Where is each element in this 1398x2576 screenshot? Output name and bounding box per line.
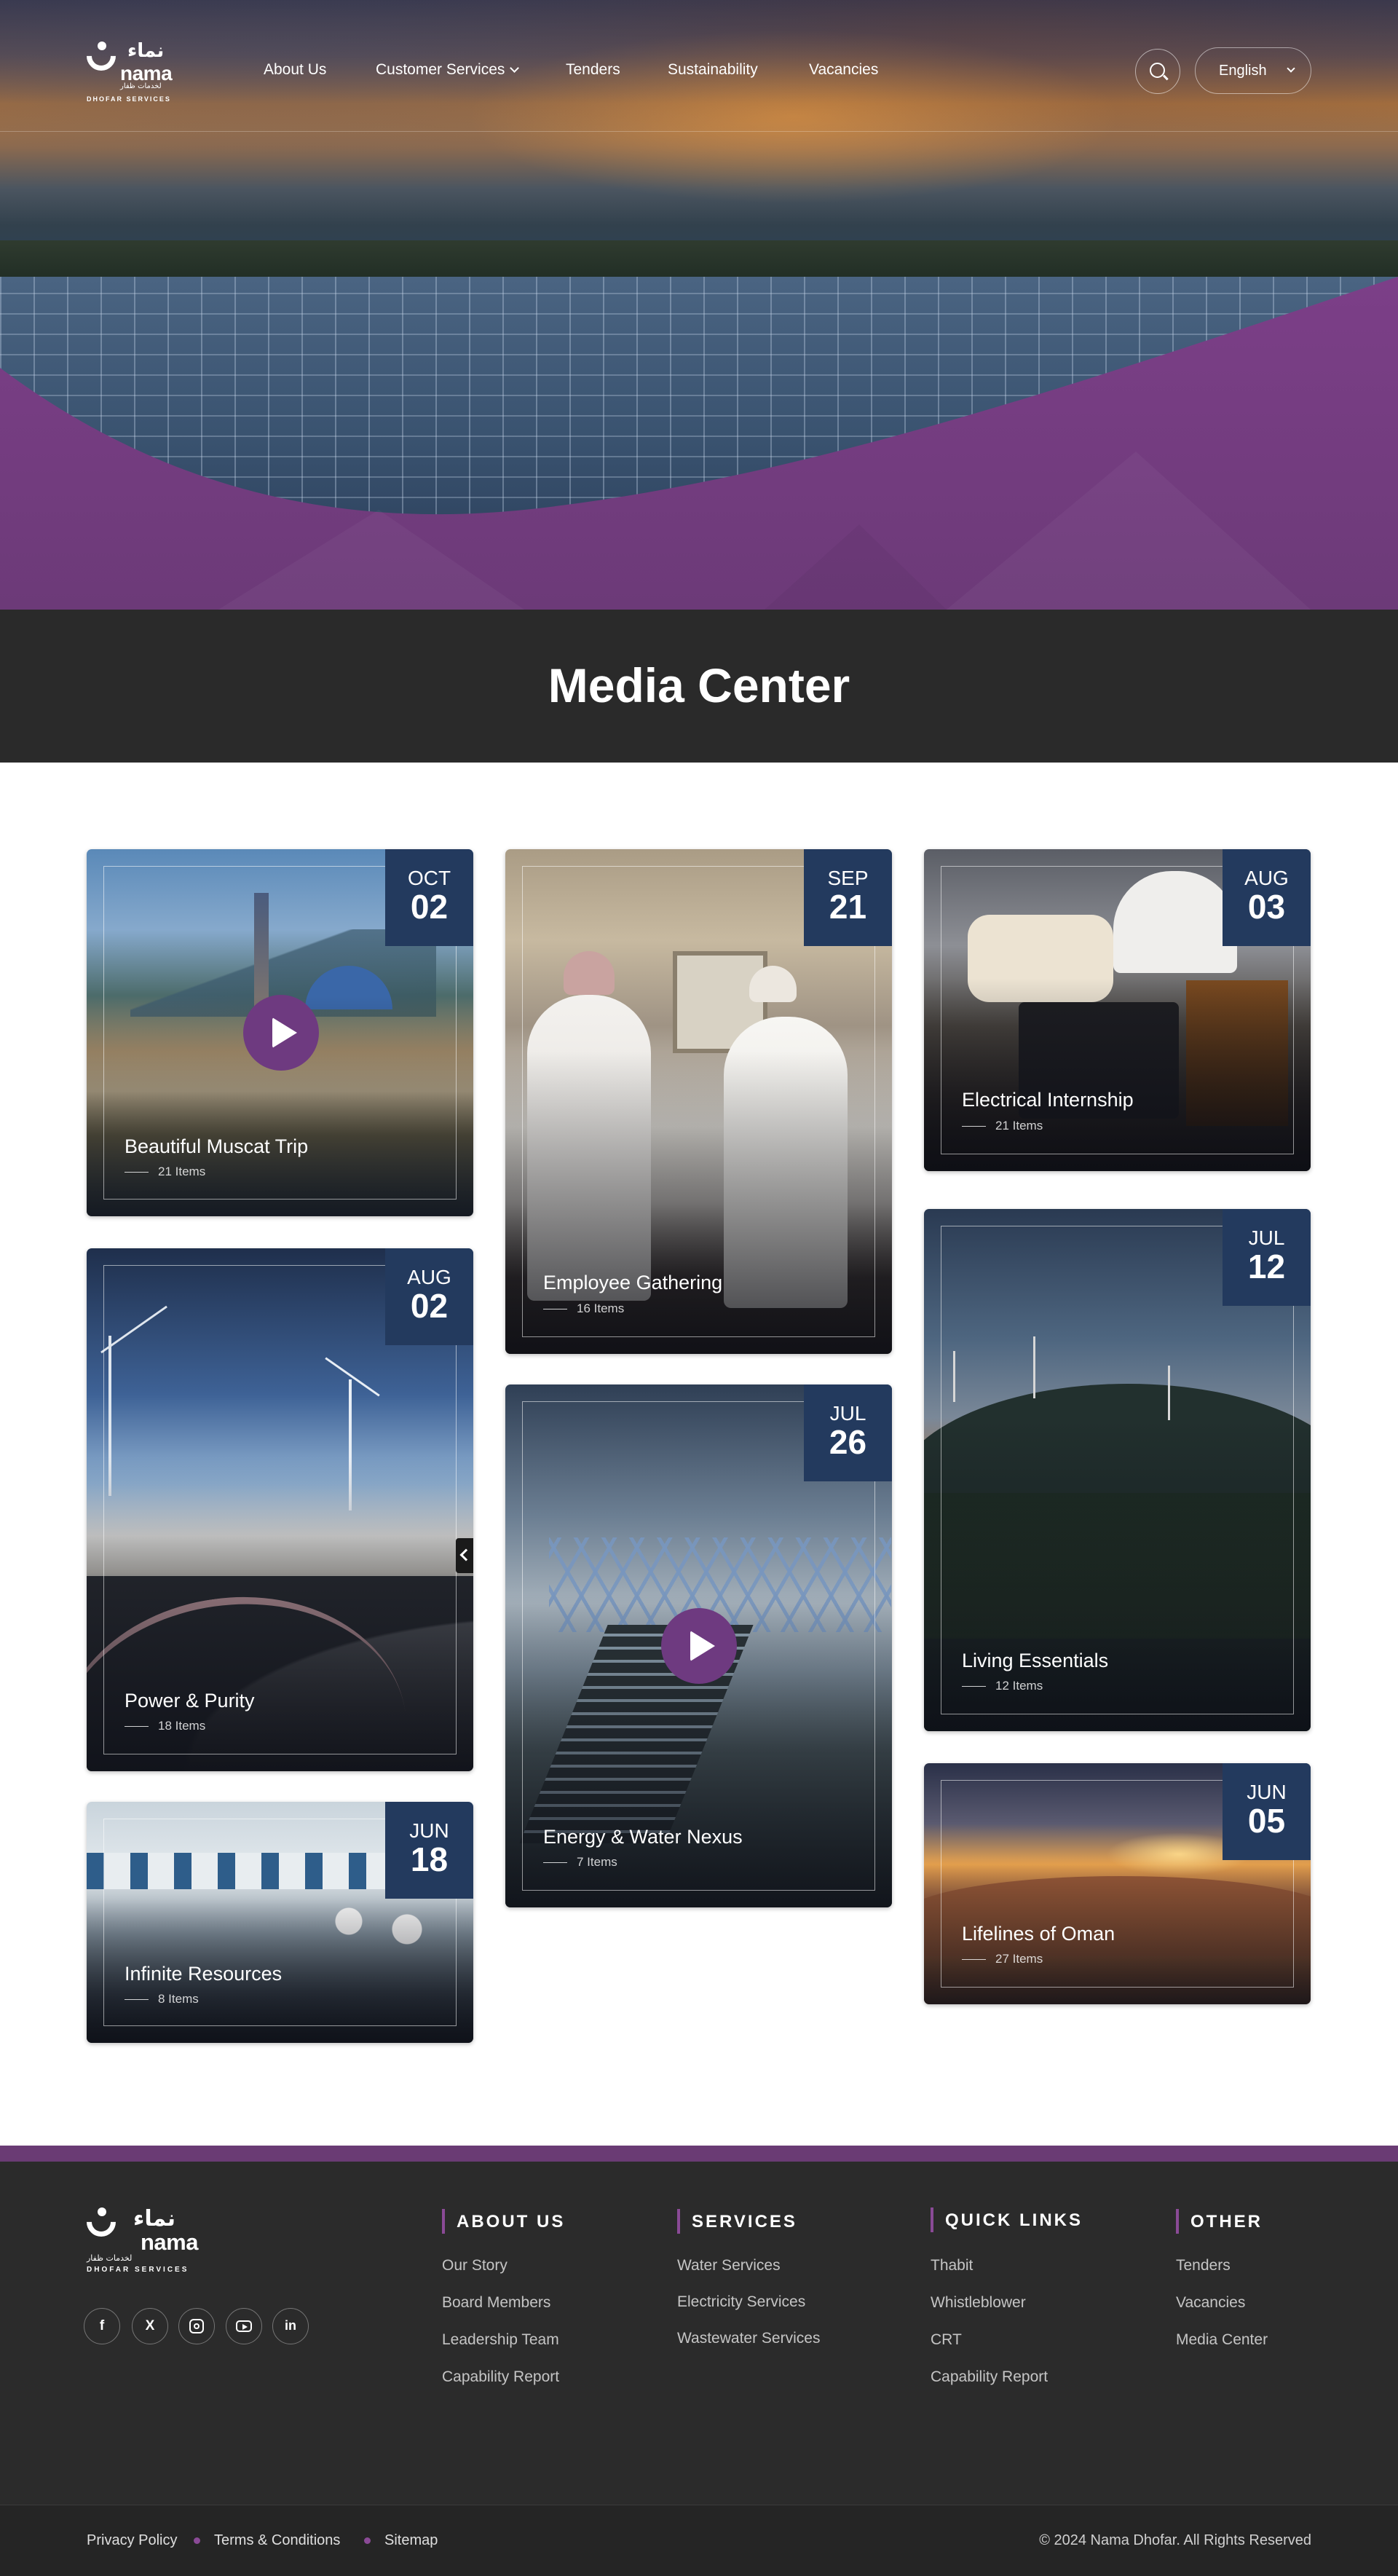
logo-latin-text: nama <box>141 2229 198 2255</box>
footer-link-wastewater-services[interactable]: Wastewater Services <box>677 2330 820 2347</box>
date-badge: AUG 03 <box>1223 849 1311 946</box>
date-badge: JUN 05 <box>1223 1763 1311 1860</box>
card-title: Electrical Internship <box>962 1089 1134 1111</box>
separator-dot <box>194 2537 200 2544</box>
card-title: Beautiful Muscat Trip <box>125 1135 309 1157</box>
instagram-icon[interactable] <box>178 2308 215 2344</box>
x-icon[interactable]: X <box>132 2308 168 2344</box>
footer-link-capability-report-2[interactable]: Capability Report <box>931 2368 1048 2386</box>
footer-link-electricity-services[interactable]: Electricity Services <box>677 2293 805 2311</box>
card-title: Infinite Resources <box>125 1963 283 1985</box>
nav-about-us[interactable]: About Us <box>264 61 326 79</box>
gallery-card[interactable]: OCT 02 Beautiful Muscat Trip 21 Items <box>87 849 473 1216</box>
footer-link-thabit[interactable]: Thabit <box>931 2257 973 2274</box>
footer-link-crt[interactable]: CRT <box>931 2331 962 2349</box>
separator-dot <box>364 2537 371 2544</box>
card-item-count: 7 Items <box>543 1855 617 1870</box>
carousel-prev-icon[interactable] <box>456 1538 473 1573</box>
date-badge: SEP 21 <box>804 849 892 946</box>
nav-sustainability[interactable]: Sustainability <box>668 61 758 79</box>
gallery-card[interactable]: AUG 02 Power & Purity 18 Items <box>87 1248 473 1771</box>
footer-link-tenders[interactable]: Tenders <box>1176 2257 1231 2274</box>
footer-link-whistleblower[interactable]: Whistleblower <box>931 2294 1026 2312</box>
chevron-down-icon <box>510 63 520 73</box>
facebook-icon[interactable]: f <box>84 2308 120 2344</box>
card-item-count: 18 Items <box>125 1719 205 1733</box>
date-day: 05 <box>1247 1802 1286 1840</box>
footer-link-board-members[interactable]: Board Members <box>442 2294 550 2312</box>
date-day: 12 <box>1247 1248 1286 1285</box>
card-item-count: 12 Items <box>962 1679 1043 1693</box>
page-title-bar: Media Center <box>0 610 1398 763</box>
card-item-count: 21 Items <box>125 1165 205 1179</box>
footer-link-water-services[interactable]: Water Services <box>677 2257 781 2274</box>
footer-link-leadership-team[interactable]: Leadership Team <box>442 2331 559 2349</box>
footer-link-vacancies[interactable]: Vacancies <box>1176 2294 1245 2312</box>
date-badge: OCT 02 <box>385 849 473 946</box>
card-item-count: 21 Items <box>962 1119 1043 1133</box>
linkedin-icon[interactable]: in <box>272 2308 309 2344</box>
gallery-card[interactable]: JUL 12 Living Essentials 12 Items <box>924 1209 1311 1731</box>
logo-arabic-subtitle: لخدمات ظفار <box>120 82 162 90</box>
footer-heading-other: OTHER <box>1176 2209 1263 2234</box>
card-title: Energy & Water Nexus <box>543 1826 743 1848</box>
language-selector[interactable]: English <box>1195 47 1311 94</box>
date-badge: JUL 12 <box>1223 1209 1311 1306</box>
logo-arabic-subtitle: لخدمات ظفار <box>87 2253 133 2263</box>
play-video-icon[interactable] <box>243 995 319 1071</box>
logo-subtitle: DHOFAR SERVICES <box>87 95 171 103</box>
gallery-card[interactable]: JUN 18 Infinite Resources 8 Items <box>87 1802 473 2043</box>
card-title: Employee Gathering <box>543 1272 723 1293</box>
date-day: 26 <box>829 1423 867 1461</box>
youtube-icon[interactable] <box>226 2308 262 2344</box>
card-title: Power & Purity <box>125 1690 255 1712</box>
date-day: 21 <box>829 888 867 926</box>
nama-logo[interactable]: نماء nama لخدمات ظفار DHOFAR SERVICES <box>80 35 181 103</box>
copyright-text: © 2024 Nama Dhofar. All Rights Reserved <box>1039 2532 1311 2548</box>
footer-heading-services: SERVICES <box>677 2209 797 2234</box>
footer-link-our-story[interactable]: Our Story <box>442 2257 508 2274</box>
play-video-icon[interactable] <box>661 1608 737 1684</box>
sitemap-link[interactable]: Sitemap <box>384 2532 438 2549</box>
gallery-card[interactable]: SEP 21 Employee Gathering 16 Items <box>505 849 892 1354</box>
gallery-card[interactable]: JUL 26 Energy & Water Nexus 7 Items <box>505 1384 892 1907</box>
terms-conditions-link[interactable]: Terms & Conditions <box>214 2532 340 2549</box>
footer-heading-about: ABOUT US <box>442 2209 565 2234</box>
privacy-policy-link[interactable]: Privacy Policy <box>87 2532 177 2549</box>
card-title: Lifelines of Oman <box>962 1923 1115 1945</box>
nav-tenders[interactable]: Tenders <box>566 61 620 79</box>
nav-vacancies[interactable]: Vacancies <box>809 61 878 79</box>
card-item-count: 8 Items <box>125 1992 199 2006</box>
date-badge: AUG 02 <box>385 1248 473 1345</box>
language-label: English <box>1219 63 1267 79</box>
card-item-count: 27 Items <box>962 1952 1043 1966</box>
page-title: Media Center <box>548 658 850 712</box>
date-badge: JUL 26 <box>804 1384 892 1481</box>
gallery-card[interactable]: AUG 03 Electrical Internship 21 Items <box>924 849 1311 1171</box>
date-day: 02 <box>410 1287 449 1325</box>
date-day: 18 <box>410 1840 449 1878</box>
logo-arabic-text: نماء <box>133 2206 175 2232</box>
nav-customer-services[interactable]: Customer Services <box>376 61 520 79</box>
footer-link-media-center[interactable]: Media Center <box>1176 2331 1268 2349</box>
date-day: 02 <box>410 888 449 926</box>
footer-accent-stripe <box>0 2146 1398 2162</box>
footer-nama-logo[interactable]: نماء nama لخدمات ظفار DHOFAR SERVICES <box>80 2201 210 2274</box>
date-day: 03 <box>1247 888 1286 926</box>
card-title: Living Essentials <box>962 1650 1109 1671</box>
gallery-card[interactable]: JUN 05 Lifelines of Oman 27 Items <box>924 1763 1311 2004</box>
date-badge: JUN 18 <box>385 1802 473 1899</box>
search-button[interactable] <box>1135 49 1180 94</box>
card-item-count: 16 Items <box>543 1301 624 1316</box>
hero-banner <box>0 0 1398 610</box>
logo-arabic-text: نماء <box>127 40 165 62</box>
nav-customer-services-label: Customer Services <box>376 61 505 78</box>
nav-divider <box>0 131 1398 132</box>
footer-heading-quick-links: QUICK LINKS <box>931 2207 1083 2232</box>
logo-subtitle: DHOFAR SERVICES <box>87 2266 189 2274</box>
footer-link-capability-report[interactable]: Capability Report <box>442 2368 559 2386</box>
chevron-down-icon <box>1287 64 1295 73</box>
